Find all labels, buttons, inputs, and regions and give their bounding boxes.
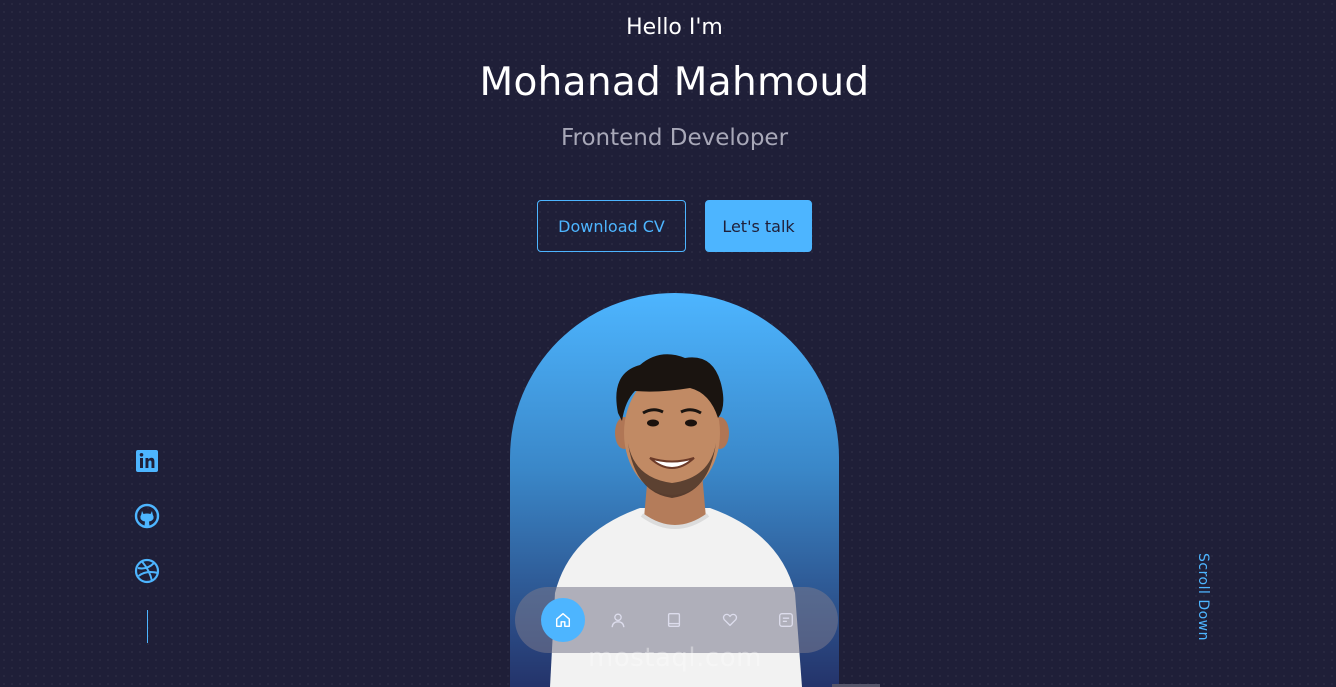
github-icon[interactable] [133, 502, 161, 530]
greeting-text: Hello I'm [626, 15, 723, 40]
page-title: Mohanad Mahmoud [479, 60, 870, 105]
nav-contact-icon[interactable] [764, 598, 808, 642]
lets-talk-button[interactable]: Let's talk [705, 200, 812, 252]
download-cv-button[interactable]: Download CV [537, 200, 686, 252]
nav-home-icon[interactable] [541, 598, 585, 642]
nav-about-icon[interactable] [596, 598, 640, 642]
watermark-text: mostaql.com [588, 643, 762, 673]
nav-services-icon[interactable] [708, 598, 752, 642]
role-subtitle: Frontend Developer [560, 125, 789, 151]
dribbble-icon[interactable] [133, 557, 161, 585]
scroll-down-link[interactable]: Scroll Down [1195, 553, 1211, 641]
social-links [133, 447, 161, 612]
nav-experience-icon[interactable] [652, 598, 696, 642]
linkedin-icon[interactable] [133, 447, 161, 475]
social-divider-line [147, 610, 148, 643]
